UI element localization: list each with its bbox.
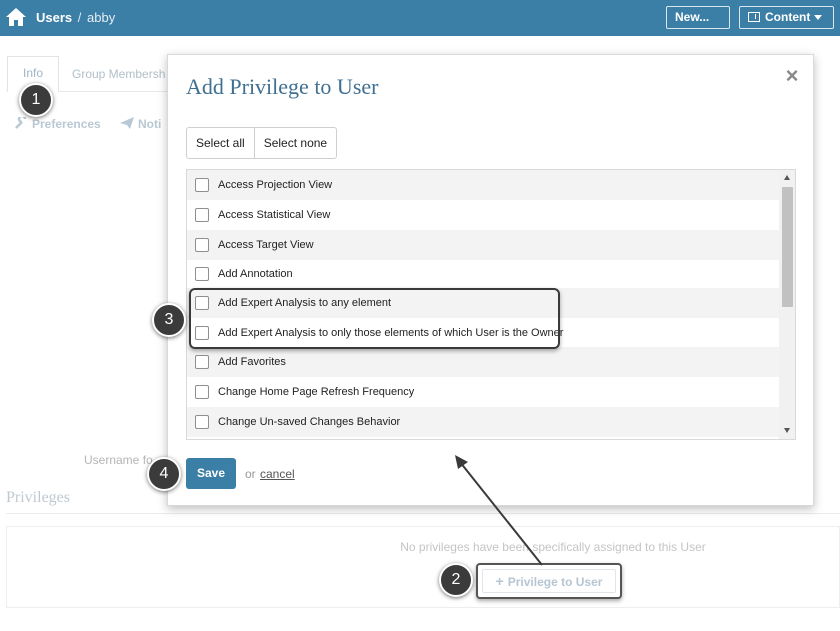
privilege-row[interactable]: Access Target View	[187, 230, 779, 260]
save-button[interactable]: Save	[186, 458, 236, 489]
caret-down-icon	[679, 36, 687, 42]
breadcrumb-separator: /	[77, 10, 82, 25]
top-navbar: Users / abby New... Content	[0, 0, 840, 42]
content-folder-icon	[748, 12, 760, 22]
privileges-panel: No privileges have been specifically ass…	[6, 526, 840, 608]
expert-analysis-highlight	[189, 288, 560, 349]
content-menu-button[interactable]: Content	[739, 6, 834, 29]
privilege-checkbox[interactable]	[195, 415, 209, 429]
preferences-link[interactable]: Preferences	[14, 117, 101, 131]
wrench-icon	[15, 117, 27, 129]
privilege-row[interactable]: Change Un-saved Changes Behavior	[187, 407, 779, 437]
privilege-label: Access Statistical View	[218, 209, 331, 221]
divider	[6, 513, 840, 514]
paper-plane-icon	[120, 117, 134, 129]
step-marker-1: 1	[19, 83, 53, 117]
select-all-button[interactable]: Select all	[187, 128, 254, 158]
privilege-label: Access Projection View	[218, 179, 333, 191]
privilege-checkbox[interactable]	[195, 385, 209, 399]
home-icon[interactable]	[5, 7, 27, 27]
new-menu-label: New...	[675, 10, 710, 24]
step-marker-3: 3	[152, 303, 186, 337]
content-menu-label: Content	[765, 10, 811, 24]
notifications-label: Noti	[138, 117, 162, 131]
add-privilege-button[interactable]: + Privilege to User	[482, 569, 616, 593]
dialog-title: Add Privilege to User	[186, 74, 379, 99]
privilege-row[interactable]: Change Home Page Refresh Frequency	[187, 377, 779, 407]
add-privilege-label: Privilege to User	[507, 575, 603, 589]
scroll-up-icon[interactable]	[784, 175, 790, 180]
cancel-link[interactable]: cancel	[260, 467, 295, 481]
scroll-down-icon[interactable]	[784, 428, 790, 433]
add-privilege-dialog: Add Privilege to User × Select all Selec…	[167, 54, 814, 506]
close-icon[interactable]: ×	[782, 65, 802, 87]
plus-icon: +	[495, 573, 504, 589]
preferences-label: Preferences	[32, 117, 101, 131]
privilege-row[interactable]: Access Statistical View	[187, 200, 779, 230]
privilege-checkbox[interactable]	[195, 355, 209, 369]
privilege-checkbox[interactable]	[195, 267, 209, 281]
step-marker-2: 2	[439, 563, 473, 597]
caret-down-icon	[814, 15, 823, 21]
list-scrollbar[interactable]	[779, 170, 795, 439]
breadcrumb-users-link[interactable]: Users	[36, 10, 72, 25]
privilege-label: Access Target View	[218, 239, 314, 251]
username-label: Username fo	[84, 453, 153, 467]
privilege-label: Add Favorites	[218, 356, 286, 368]
privilege-checkbox[interactable]	[195, 208, 209, 222]
breadcrumb: Users / abby	[36, 10, 115, 25]
or-text: or	[245, 467, 256, 481]
privileges-heading: Privileges	[6, 489, 70, 506]
privilege-label: Add Annotation	[218, 268, 293, 280]
privilege-checkbox[interactable]	[195, 178, 209, 192]
privilege-row[interactable]: Add Annotation	[187, 259, 779, 289]
privilege-label: Change Home Page Refresh Frequency	[218, 386, 415, 398]
no-privileges-message: No privileges have been specifically ass…	[400, 540, 706, 554]
step-marker-4: 4	[147, 457, 181, 491]
select-none-button[interactable]: Select none	[253, 128, 336, 158]
selection-button-group: Select all Select none	[186, 127, 338, 159]
notifications-link[interactable]: Noti	[120, 117, 161, 131]
privilege-row[interactable]: Access Projection View	[187, 170, 779, 200]
breadcrumb-current-user: abby	[87, 10, 116, 25]
privilege-label: Change Un-saved Changes Behavior	[218, 416, 401, 428]
scroll-thumb[interactable]	[782, 187, 793, 307]
privilege-checkbox[interactable]	[195, 238, 209, 252]
add-privilege-highlight: + Privilege to User	[476, 563, 622, 599]
tab-group-membership[interactable]: Group Membersh	[72, 56, 165, 92]
new-menu-button[interactable]: New...	[666, 6, 730, 42]
privilege-row[interactable]: Add Favorites	[187, 347, 779, 377]
